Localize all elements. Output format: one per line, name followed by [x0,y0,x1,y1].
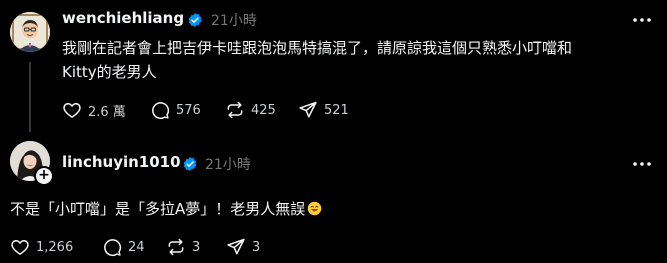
reply-text-content: 不是「小叮噹」是「多拉A夢」！老男人無誤 [10,200,306,218]
repost-icon [168,238,184,256]
repost-button[interactable]: 3 [166,237,200,257]
heart-icon [63,103,81,118]
verified-badge-icon [183,157,197,171]
username[interactable]: linchuyin1010 [62,153,181,171]
share-icon [227,238,245,255]
heart-icon [11,240,29,255]
username[interactable]: wenchiehliang [62,9,184,27]
share-icon [299,101,317,118]
more-options-icon[interactable] [630,156,654,172]
repost-count: 3 [192,239,201,255]
follow-plus-icon[interactable]: + [34,166,54,186]
comment-icon [152,102,170,120]
post-time[interactable]: 21小時 [205,154,251,174]
like-button[interactable]: 1,266 [10,237,73,257]
share-count: 521 [324,102,349,118]
post-text-line-2: Kitty的老男人 [62,63,157,81]
post-time[interactable]: 21小時 [211,10,257,30]
comment-icon [104,239,122,257]
repost-button[interactable]: 425 [225,100,276,120]
avatar-illustration [10,12,50,52]
comment-button[interactable]: 576 [150,100,201,120]
like-count: 2.6 萬 [88,104,126,120]
thread-connector-line [29,62,31,132]
post-text-line-1: 我剛在記者會上把吉伊卡哇跟泡泡馬特搞混了，請原諒我這個只熟悉小叮噹和 [62,39,573,57]
like-button[interactable]: 2.6 萬 [62,100,126,120]
share-button[interactable]: 3 [226,237,260,257]
comment-count: 24 [128,239,145,255]
like-count: 1,266 [36,239,74,255]
comment-count: 576 [176,102,201,118]
more-options-icon[interactable] [630,12,654,28]
repost-count: 425 [251,102,276,118]
comment-button[interactable]: 24 [102,237,145,257]
reply-text: 不是「小叮噹」是「多拉A夢」！老男人無誤 [10,198,322,221]
share-button[interactable]: 521 [298,100,349,120]
verified-badge-icon [188,13,202,27]
smiling-face-with-tongue-emoji [308,201,322,216]
repost-icon [227,101,243,119]
avatar[interactable] [10,12,50,52]
share-count: 3 [252,239,261,255]
